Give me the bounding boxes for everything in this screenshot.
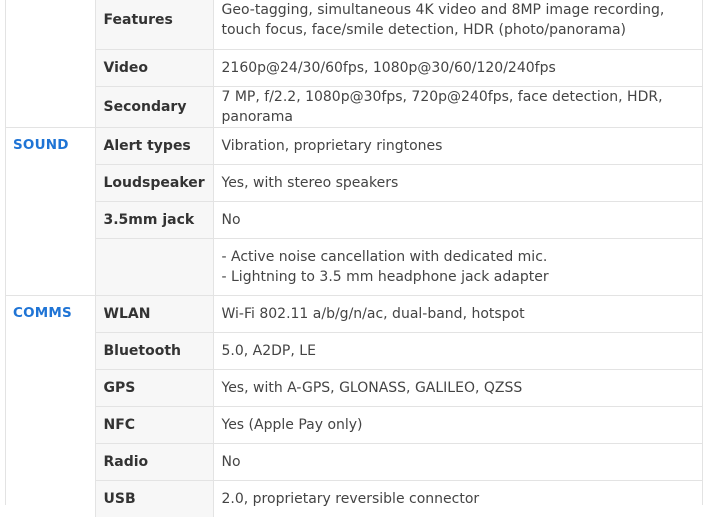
spec-label-alert-types: Alert types (95, 126, 214, 164)
table-row: Secondary 7 MP, f/2.2, 1080p@30fps, 720p… (5, 85, 703, 127)
category-comms-link[interactable]: COMMS (5, 294, 96, 517)
table-row: GPS Yes, with A-GPS, GLONASS, GALILEO, Q… (5, 368, 703, 406)
spec-value-radio: No (213, 442, 703, 480)
table-row: SOUND Alert types Vibration, proprietary… (5, 126, 703, 295)
spec-value-bluetooth: 5.0, A2DP, LE (213, 331, 703, 369)
spec-label-loudspeaker: Loudspeaker (95, 163, 214, 201)
spec-label-features: Features (95, 0, 214, 49)
spec-value-nfc: Yes (Apple Pay only) (213, 405, 703, 443)
table-row: NFC Yes (Apple Pay only) (5, 405, 703, 443)
spec-value-jack: No (213, 200, 703, 238)
sound-extra-line-2: - Lightning to 3.5 mm headphone jack ada… (221, 268, 549, 285)
table-row: Video 2160p@24/30/60fps, 1080p@30/60/120… (5, 48, 703, 86)
category-sound-link[interactable]: SOUND (5, 126, 96, 295)
spec-label-empty (95, 237, 214, 295)
spec-label-video: Video (95, 48, 214, 86)
table-row: Bluetooth 5.0, A2DP, LE (5, 331, 703, 369)
spec-label-wlan: WLAN (95, 294, 214, 332)
table-row: - Active noise cancellation with dedicat… (5, 237, 703, 295)
table-row: Loudspeaker Yes, with stereo speakers (5, 163, 703, 201)
table-row: Radio No (5, 442, 703, 480)
spec-value-wlan: Wi-Fi 802.11 a/b/g/n/ac, dual-band, hots… (213, 294, 703, 332)
sound-extra-line-1: - Active noise cancellation with dedicat… (221, 248, 548, 265)
spec-value-alert-types: Vibration, proprietary ringtones (213, 126, 703, 164)
spec-label-usb: USB (95, 479, 214, 517)
table-row: 3.5mm jack No (5, 200, 703, 238)
spec-label-nfc: NFC (95, 405, 214, 443)
table-row: COMMS WLAN Wi-Fi 802.11 a/b/g/n/ac, dual… (5, 294, 703, 517)
spec-label-bluetooth: Bluetooth (95, 331, 214, 369)
spec-label-secondary: Secondary (95, 85, 214, 127)
spec-value-features: Geo-tagging, simultaneous 4K video and 8… (221, 2, 665, 39)
spec-label-radio: Radio (95, 442, 214, 480)
spec-value-secondary: 7 MP, f/2.2, 1080p@30fps, 720p@240fps, f… (213, 85, 703, 127)
spec-value-usb: 2.0, proprietary reversible connector (213, 479, 703, 517)
spec-value-video: 2160p@24/30/60fps, 1080p@30/60/120/240fp… (213, 48, 703, 86)
spec-value-loudspeaker: Yes, with stereo speakers (213, 163, 703, 201)
table-row: USB 2.0, proprietary reversible connecto… (5, 479, 703, 517)
spec-value-sound-extra: - Active noise cancellation with dedicat… (213, 237, 703, 295)
table-row: Features Geo-tagging, simultaneous 4K vi… (5, 0, 703, 127)
camera-category-cell (5, 0, 96, 127)
spec-value-gps: Yes, with A-GPS, GLONASS, GALILEO, QZSS (213, 368, 703, 406)
spec-label-jack: 3.5mm jack (95, 200, 214, 238)
spec-table: Features Geo-tagging, simultaneous 4K vi… (5, 0, 703, 517)
spec-label-gps: GPS (95, 368, 214, 406)
